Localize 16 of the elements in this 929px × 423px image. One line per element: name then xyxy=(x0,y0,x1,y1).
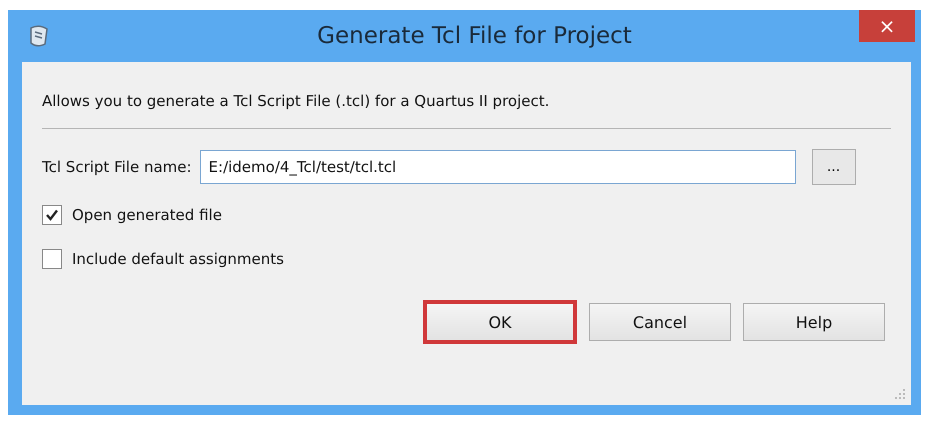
dialog-button[interactable]: Help xyxy=(743,303,885,341)
checkbox-label: Include default assignments xyxy=(72,250,284,268)
window-title: Generate Tcl File for Project xyxy=(316,23,633,49)
dialog-button[interactable]: OK xyxy=(423,300,577,344)
description-text: Allows you to generate a Tcl Script File (.tcl) for a Quartus II project. xyxy=(42,92,550,110)
file-name-field[interactable]: E:/idemo/4_Tcl/test/tcl.tcl xyxy=(200,150,796,184)
field-label: Tcl Script File name: xyxy=(42,158,192,176)
checkbox-label: Open generated file xyxy=(72,206,222,224)
browse-button[interactable]: ... xyxy=(812,149,856,185)
checkbox[interactable] xyxy=(42,249,62,269)
close-button[interactable]: × xyxy=(859,10,915,42)
checkbox[interactable] xyxy=(42,205,62,225)
checkmark-icon xyxy=(45,208,59,222)
resize-grip-icon xyxy=(893,387,907,401)
app-icon xyxy=(28,24,50,48)
dialog-button[interactable]: Cancel xyxy=(589,303,731,341)
